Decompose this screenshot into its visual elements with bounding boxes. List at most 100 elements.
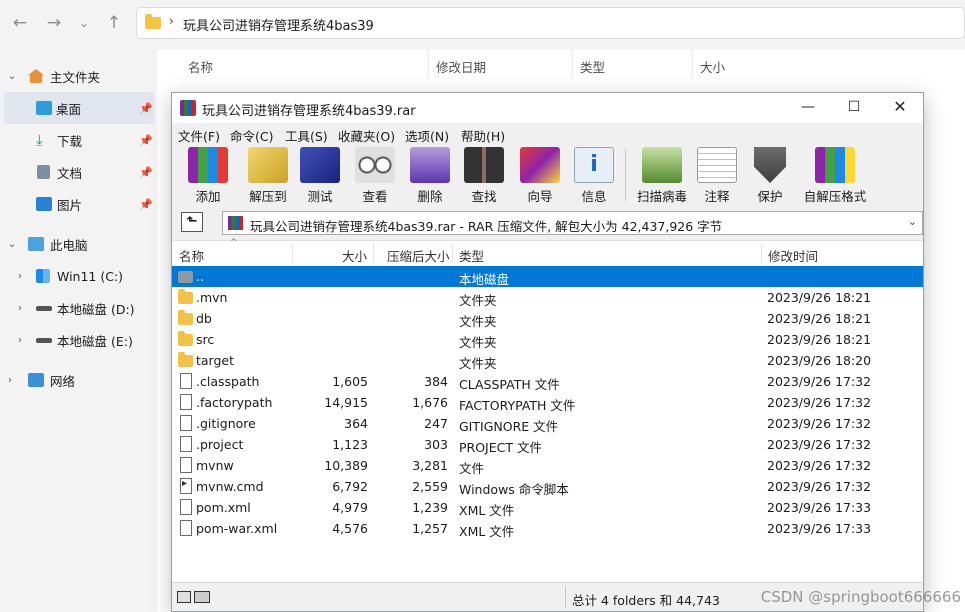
up-folder-button[interactable]: ⬑ <box>181 212 203 232</box>
drive-status-icon[interactable] <box>177 591 191 603</box>
column-header-type[interactable]: 类型 <box>580 57 605 76</box>
forward-arrow-icon[interactable]: → <box>42 12 66 36</box>
table-row[interactable]: db 文件夹 2023/9/26 18:21 <box>172 308 923 329</box>
comment-button[interactable]: 注释 <box>695 147 739 205</box>
sidebar-item-c-drive[interactable]: › Win11 (C:) <box>0 260 155 292</box>
chevron-right-icon[interactable]: › <box>18 271 22 282</box>
sidebar-item-downloads[interactable]: ⤓ 下载 📌 <box>0 124 155 156</box>
menu-commands[interactable]: 命令(C) <box>230 126 273 145</box>
info-button[interactable]: i 信息 <box>572 147 616 205</box>
folder-icon <box>145 14 161 29</box>
cell-size: 1,123 <box>332 437 368 452</box>
maximize-button[interactable]: ☐ <box>831 93 877 123</box>
table-row[interactable]: pom-war.xml 4,576 1,257 XML 文件 2023/9/26 17:… <box>172 518 923 539</box>
archive-path-dropdown[interactable]: 玩具公司进销存管理系统4bas39.rar - RAR 压缩文件, 解包大小为 … <box>222 211 923 235</box>
minimize-button[interactable]: — <box>785 93 831 123</box>
table-row[interactable]: .project 1,123 303 PROJECT 文件 2023/9/26 17:3… <box>172 434 923 455</box>
chevron-down-icon[interactable]: ⌄ <box>908 215 917 228</box>
table-row[interactable]: target 文件夹 2023/9/26 18:20 <box>172 350 923 371</box>
close-button[interactable]: ✕ <box>877 93 923 123</box>
view-button[interactable]: 查看 <box>353 147 397 205</box>
add-label: 添加 <box>195 189 221 204</box>
sidebar-item-home[interactable]: ⌄ 主文件夹 <box>0 60 155 92</box>
back-arrow-icon[interactable]: ← <box>8 12 32 36</box>
column-header-name[interactable]: 名称 <box>188 57 213 76</box>
sidebar-item-e-drive[interactable]: › 本地磁盘 (E:) <box>0 324 155 356</box>
sidebar-item-desktop[interactable]: 桌面 📌 <box>4 92 154 124</box>
chevron-down-icon[interactable]: ⌄ <box>8 71 16 82</box>
find-label: 查找 <box>471 189 497 204</box>
column-header-type[interactable]: 类型 <box>459 246 484 265</box>
find-button[interactable]: 查找 <box>462 147 506 205</box>
column-header-modified[interactable]: 修改日期 <box>436 57 486 76</box>
column-header-mtime[interactable]: 修改时间 <box>768 246 818 265</box>
history-chevron-icon[interactable]: ⌄ <box>72 12 96 36</box>
extract-folder-icon <box>248 147 288 183</box>
table-row[interactable]: .classpath 1,605 384 CLASSPATH 文件 2023/9/26 … <box>172 371 923 392</box>
menu-options[interactable]: 选项(N) <box>405 126 449 145</box>
sidebar-item-d-drive[interactable]: › 本地磁盘 (D:) <box>0 292 155 324</box>
chevron-right-icon[interactable]: › <box>18 303 22 314</box>
cell-name: .factorypath <box>196 395 273 410</box>
sidebar-item-this-pc[interactable]: ⌄ 此电脑 <box>0 228 155 260</box>
menu-favorites[interactable]: 收藏夹(O) <box>338 126 395 145</box>
chevron-down-icon[interactable]: ⌄ <box>8 239 16 250</box>
pin-icon[interactable]: 📌 <box>139 166 153 179</box>
table-row[interactable]: .factorypath 14,915 1,676 FACTORYPATH 文件 202… <box>172 392 923 413</box>
extract-to-button[interactable]: 解压到 <box>242 147 294 205</box>
pin-icon[interactable]: 📌 <box>139 198 153 211</box>
pin-icon[interactable]: 📌 <box>139 134 153 147</box>
table-row[interactable]: pom.xml 4,979 1,239 XML 文件 2023/9/26 17:33 <box>172 497 923 518</box>
chevron-right-icon[interactable]: › <box>18 335 22 346</box>
column-divider[interactable] <box>373 243 374 263</box>
column-divider[interactable] <box>761 243 762 263</box>
cell-size: 10,389 <box>324 458 368 473</box>
table-row[interactable]: src 文件夹 2023/9/26 18:21 <box>172 329 923 350</box>
column-divider[interactable] <box>452 243 453 263</box>
wizard-button[interactable]: 向导 <box>516 147 564 205</box>
add-button[interactable]: 添加 <box>184 147 232 205</box>
sidebar-item-label: Win11 (C:) <box>57 268 124 284</box>
sidebar-item-label: 此电脑 <box>50 237 88 253</box>
menu-help[interactable]: 帮助(H) <box>461 126 505 145</box>
column-header-size[interactable]: 大小 <box>700 57 725 76</box>
table-row[interactable]: mvnw.cmd 6,792 2,559 Windows 命令脚本 2023/9/26 … <box>172 476 923 497</box>
delete-recycle-icon <box>410 147 450 183</box>
cell-packed: 1,257 <box>412 521 448 536</box>
table-row[interactable]: .mvn 文件夹 2023/9/26 18:21 <box>172 287 923 308</box>
sidebar-item-documents[interactable]: 文档 📌 <box>0 156 155 188</box>
delete-button[interactable]: 删除 <box>408 147 452 205</box>
protect-button[interactable]: 保护 <box>748 147 792 205</box>
column-header-size[interactable]: 大小 <box>342 246 367 265</box>
column-header-name[interactable]: 名称 <box>179 246 204 265</box>
column-header-packed[interactable]: 压缩后大小 <box>387 246 450 265</box>
cell-name: db <box>196 311 212 326</box>
cell-packed: 1,239 <box>412 500 448 515</box>
cell-mtime: 2023/9/26 17:33 <box>767 500 872 515</box>
cell-type: CLASSPATH 文件 <box>459 377 560 392</box>
main-toolbar: 添加 解压到 测试 查看 删除 查找 向导 i 信息 扫描病毒 注释 保护 自解… <box>172 145 923 207</box>
sidebar-item-label: 文档 <box>57 165 83 181</box>
menu-file[interactable]: 文件(F) <box>178 126 220 145</box>
key-status-icon[interactable] <box>194 591 210 603</box>
table-row[interactable]: .gitignore 364 247 GITIGNORE 文件 2023/9/26 17… <box>172 413 923 434</box>
sidebar-item-network[interactable]: › 网络 <box>0 364 155 396</box>
virus-scan-button[interactable]: 扫描病毒 <box>632 147 692 205</box>
menu-tools[interactable]: 工具(S) <box>285 126 328 145</box>
table-row[interactable]: .. 本地磁盘 <box>172 266 923 287</box>
sfx-button[interactable]: 自解压格式 <box>802 147 868 205</box>
cell-mtime: 2023/9/26 17:32 <box>767 458 872 473</box>
toolbar-divider <box>625 149 626 201</box>
column-divider[interactable] <box>292 243 293 263</box>
chevron-right-icon[interactable]: › <box>8 375 12 386</box>
up-arrow-icon[interactable]: ↑ <box>102 12 126 36</box>
cell-packed: 303 <box>424 437 448 452</box>
sidebar-item-pictures[interactable]: 图片 📌 <box>0 188 155 220</box>
explorer-address-bar[interactable]: › 玩具公司进销存管理系统4bas39 <box>136 7 965 39</box>
pin-icon[interactable]: 📌 <box>139 102 153 115</box>
test-button[interactable]: 测试 <box>298 147 342 205</box>
table-row[interactable]: mvnw 10,389 3,281 文件 2023/9/26 17:32 <box>172 455 923 476</box>
home-icon <box>28 69 44 83</box>
cell-name: mvnw <box>196 458 234 473</box>
cell-type: 文件夹 <box>459 314 497 329</box>
